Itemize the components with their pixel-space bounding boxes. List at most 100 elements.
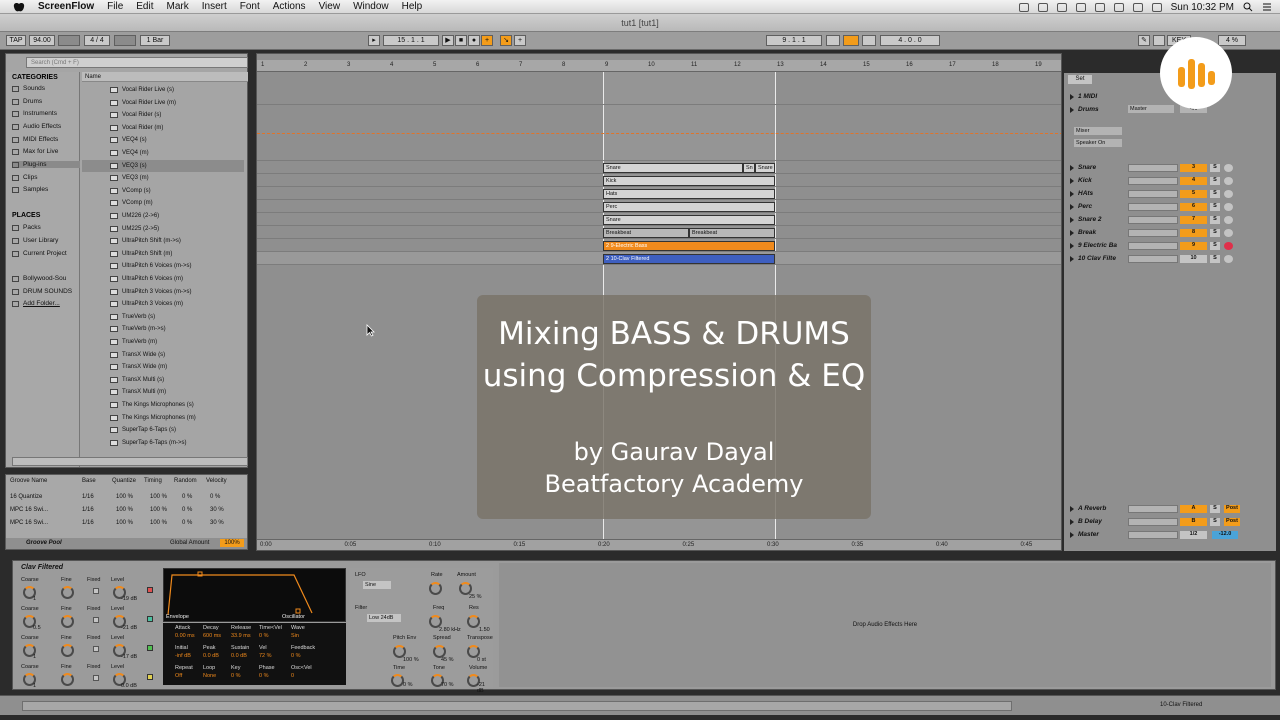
solo-button[interactable]: S xyxy=(1210,203,1220,211)
menu-insert[interactable]: Insert xyxy=(202,1,227,12)
solo-button[interactable]: S xyxy=(1210,177,1220,185)
expand-triangle-icon[interactable] xyxy=(1070,532,1074,538)
fixed-checkbox[interactable] xyxy=(93,617,99,623)
category-drums[interactable]: Drums xyxy=(12,98,42,105)
track-name[interactable]: HAts xyxy=(1078,190,1093,197)
envelope-tab[interactable]: Envelope xyxy=(166,614,189,620)
browser-file-item[interactable]: TrueVerb (s) xyxy=(82,311,244,324)
filter-type-select[interactable]: Low 24dB xyxy=(367,614,401,622)
browser-file-item[interactable]: TransX Multi (s) xyxy=(82,374,244,387)
mixer-track-row[interactable]: Break 8 S xyxy=(1064,227,1276,240)
track-activator[interactable]: 6 xyxy=(1180,203,1207,211)
category-samples[interactable]: Samples xyxy=(12,186,48,193)
menu-mark[interactable]: Mark xyxy=(167,1,189,12)
clip-breakbeat-1[interactable]: Breakbeat xyxy=(603,228,689,238)
track-name[interactable]: Snare xyxy=(1078,164,1096,171)
overdub-button[interactable]: + xyxy=(481,35,493,46)
expand-triangle-icon[interactable] xyxy=(1070,243,1074,249)
clip-clav-filtered[interactable]: 2 10-Clav Filtered xyxy=(603,254,775,264)
punch-in-button[interactable] xyxy=(826,35,840,46)
fine-knob[interactable] xyxy=(61,673,74,686)
loop-switch[interactable] xyxy=(843,35,859,46)
solo-button[interactable]: S xyxy=(1210,216,1220,224)
mixer-select[interactable]: Mixer xyxy=(1074,127,1122,135)
oscillator-tab[interactable]: Oscillator xyxy=(282,614,305,620)
place-bollywood[interactable]: Bollywood-Sou xyxy=(12,275,66,282)
record-button[interactable]: ● xyxy=(468,35,480,46)
rate-knob[interactable] xyxy=(429,582,442,595)
menu-font[interactable]: Font xyxy=(240,1,260,12)
envelope-param-value[interactable]: 72 % xyxy=(259,653,272,659)
post-button[interactable]: Post xyxy=(1224,518,1240,526)
quantize-select[interactable]: 1 Bar xyxy=(140,35,170,46)
arm-button[interactable] xyxy=(1224,177,1233,185)
operator-color-swatch[interactable] xyxy=(147,616,153,622)
place-packs[interactable]: Packs xyxy=(12,224,41,231)
tap-button[interactable]: TAP xyxy=(6,35,26,46)
return-name[interactable]: Master xyxy=(1078,531,1099,538)
time-ruler[interactable]: 0:00 0:05 0:10 0:15 0:20 0:25 0:30 0:35 0:40 0:45 xyxy=(257,539,1061,550)
browser-file-item[interactable]: TransX Wide (s) xyxy=(82,349,244,362)
browser-file-item[interactable]: The Kings Microphones (s) xyxy=(82,399,244,412)
expand-triangle-icon[interactable] xyxy=(1070,256,1074,262)
arm-button[interactable] xyxy=(1224,229,1233,237)
solo-button[interactable]: S xyxy=(1210,190,1220,198)
envelope-param-value[interactable]: Off xyxy=(175,673,182,679)
browser-file-item[interactable]: TransX Multi (m) xyxy=(82,386,244,399)
browser-file-item[interactable]: VEQ4 (s) xyxy=(82,134,244,147)
operator-color-swatch[interactable] xyxy=(147,645,153,651)
track-name[interactable]: 1 MIDI xyxy=(1078,93,1097,100)
clip-snare[interactable]: Snare xyxy=(603,163,743,173)
clip-hats[interactable]: Hats xyxy=(603,189,775,199)
category-midi-effects[interactable]: MIDI Effects xyxy=(12,136,58,143)
expand-triangle-icon[interactable] xyxy=(1070,178,1074,184)
menu-view[interactable]: View xyxy=(319,1,341,12)
mixer-track-row[interactable]: 10 Clav Filte 10 S xyxy=(1064,253,1276,266)
envelope-param-value[interactable]: 0 % xyxy=(259,633,268,639)
browser-file-item[interactable]: UltraPitch 3 Voices (m) xyxy=(82,298,244,311)
volume-icon[interactable] xyxy=(1132,2,1143,12)
wifi-icon[interactable] xyxy=(1113,2,1124,12)
browser-file-item[interactable]: UltraPitch 6 Voices (m) xyxy=(82,273,244,286)
browser-file-item[interactable]: TransX Wide (m) xyxy=(82,361,244,374)
track-lane-midi[interactable] xyxy=(257,92,1061,105)
browser-file-item[interactable]: VComp (s) xyxy=(82,185,244,198)
track-name[interactable]: 10 Clav Filte xyxy=(1078,255,1116,262)
expand-triangle-icon[interactable] xyxy=(1070,217,1074,223)
arm-button[interactable] xyxy=(1224,255,1233,263)
tempo-field[interactable]: 94.00 xyxy=(29,35,55,46)
tray-icon-4[interactable] xyxy=(1075,2,1086,12)
track-name[interactable]: 9 Electric Ba xyxy=(1078,242,1117,249)
operator-color-swatch[interactable] xyxy=(147,674,153,680)
return-track-row[interactable]: Master 1/2 -12.0 xyxy=(1064,529,1276,542)
return-name[interactable]: A Reverb xyxy=(1078,505,1106,512)
metronome-button[interactable] xyxy=(114,35,136,46)
category-clips[interactable]: Clips xyxy=(12,174,37,181)
browser-file-item[interactable]: Vocal Rider (m) xyxy=(82,122,244,135)
search-icon[interactable] xyxy=(1243,2,1253,12)
envelope-param-value[interactable]: 600 ms xyxy=(203,633,221,639)
browser-file-item[interactable]: VEQ3 (s) xyxy=(82,159,244,173)
arm-button[interactable] xyxy=(1224,164,1233,172)
fixed-checkbox[interactable] xyxy=(93,675,99,681)
add-button[interactable]: + xyxy=(514,35,526,46)
envelope-param-value[interactable]: 0.00 ms xyxy=(175,633,195,639)
return-activator[interactable]: B xyxy=(1180,518,1207,526)
envelope-param-value[interactable]: 0 % xyxy=(231,673,240,679)
operator-color-swatch[interactable] xyxy=(147,587,153,593)
menu-edit[interactable]: Edit xyxy=(136,1,153,12)
return-name[interactable]: B Delay xyxy=(1078,518,1102,525)
envelope-param-value[interactable]: None xyxy=(203,673,216,679)
name-column-header[interactable]: Name xyxy=(82,72,248,82)
mixer-track-row[interactable]: HAts 5 S xyxy=(1064,188,1276,201)
stop-button[interactable]: ■ xyxy=(455,35,467,46)
expand-triangle-icon[interactable] xyxy=(1070,107,1074,113)
add-folder-link[interactable]: Add Folder... xyxy=(12,300,60,307)
apple-icon[interactable] xyxy=(12,1,26,13)
clip-electric-bass[interactable]: 2 9-Electric Bass xyxy=(603,241,775,251)
category-sounds[interactable]: Sounds xyxy=(12,85,45,92)
clip-snare-short[interactable]: Sn xyxy=(743,163,755,173)
automation-arm-button[interactable]: ↘ xyxy=(500,35,512,46)
punch-out-button[interactable] xyxy=(862,35,876,46)
browser-file-item[interactable]: The Kings Microphones (m) xyxy=(82,412,244,425)
